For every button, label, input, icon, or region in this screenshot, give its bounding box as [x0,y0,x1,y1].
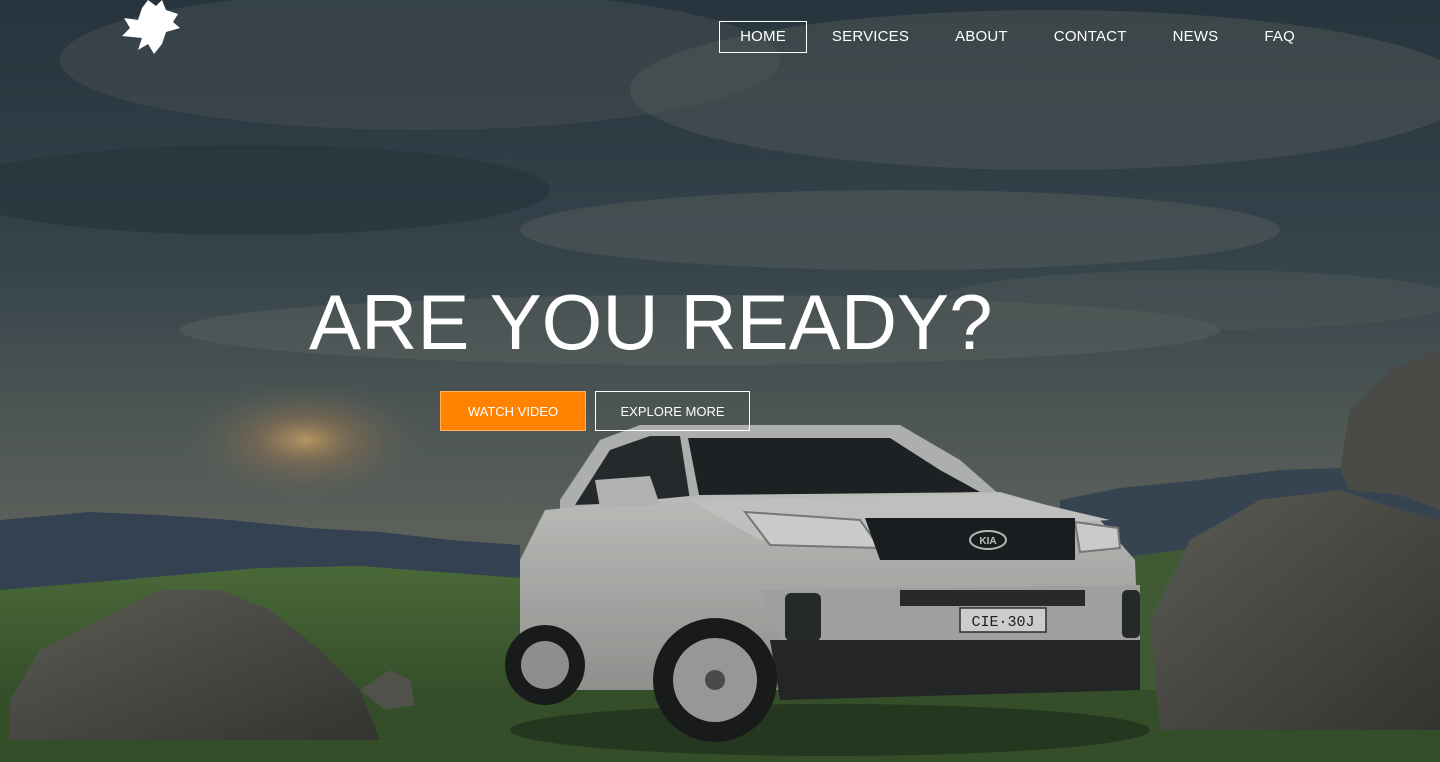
nav-item-news[interactable]: NEWS [1152,21,1240,53]
hero-background-image: CIE·30J KIA [0,0,1440,762]
main-nav: HOME SERVICES ABOUT CONTACT NEWS FAQ [715,21,1316,53]
explore-more-button[interactable]: EXPLORE MORE [595,391,750,431]
car-badge-text: KIA [979,536,996,547]
car-plate-text: CIE·30J [971,614,1034,631]
nav-item-contact[interactable]: CONTACT [1033,21,1148,53]
nav-item-services[interactable]: SERVICES [811,21,930,53]
nav-item-faq[interactable]: FAQ [1243,21,1316,53]
bird-logo-icon[interactable] [118,0,184,56]
nav-item-home[interactable]: HOME [719,21,807,53]
nav-item-about[interactable]: ABOUT [934,21,1029,53]
hero-section: CIE·30J KIA HOME SERVICES ABOUT CONTACT N… [0,0,1440,762]
hero-headline: ARE YOU READY? [309,278,993,366]
watch-video-button[interactable]: WATCH VIDEO [440,391,586,431]
